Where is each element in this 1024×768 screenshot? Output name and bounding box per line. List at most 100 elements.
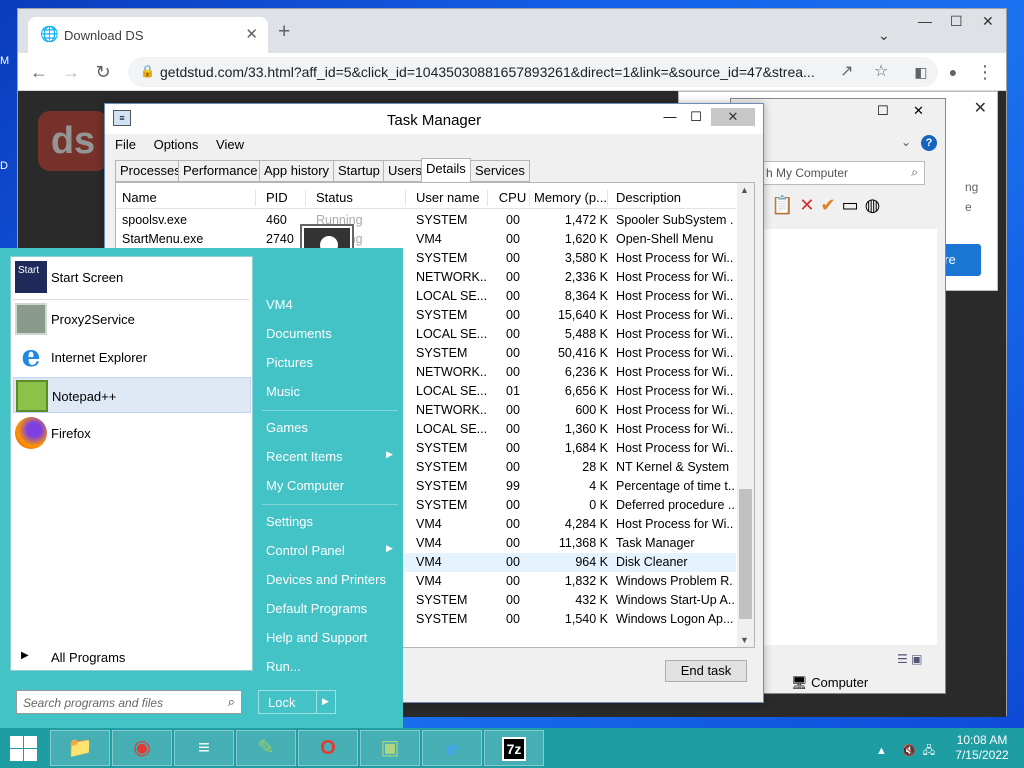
- start-place-control-panel[interactable]: Control Panel ▶: [266, 543, 396, 558]
- taskbar-internet-explorer[interactable]: e: [422, 730, 482, 766]
- start-place-recent-items[interactable]: Recent Items ▶: [266, 449, 396, 464]
- clock[interactable]: 10:08 AM 7/15/2022: [950, 733, 1014, 763]
- start-item-firefox[interactable]: Firefox: [13, 415, 251, 451]
- chevron-down-icon[interactable]: ⌄: [901, 135, 911, 149]
- tab-app-history[interactable]: App history: [259, 160, 335, 182]
- column-memory[interactable]: Memory (p...: [534, 190, 608, 206]
- start-place-devices-and-printers[interactable]: Devices and Printers: [266, 572, 386, 587]
- start-place-run[interactable]: Run...: [266, 659, 301, 674]
- close-window-icon[interactable]: ✕: [982, 13, 994, 30]
- check-icon[interactable]: ✔: [821, 195, 842, 215]
- start-place-games[interactable]: Games: [266, 420, 308, 435]
- start-place-user[interactable]: VM4: [266, 297, 293, 312]
- start-place-settings[interactable]: Settings: [266, 514, 313, 529]
- start-place-default-programs[interactable]: Default Programs: [266, 601, 367, 616]
- address-bar[interactable]: 🔒 getdstud.com/33.html?aff_id=5&click_id…: [128, 57, 938, 87]
- taskbar-file-explorer[interactable]: 📁: [50, 730, 110, 766]
- close-tab-icon[interactable]: ✕: [245, 25, 258, 43]
- browser-tab[interactable]: 🌐 Download DS ✕: [28, 17, 268, 53]
- table-row[interactable]: StartMenu.exe2740RunningVM4001,620 KOpen…: [116, 230, 736, 249]
- taskbar-opera[interactable]: O: [298, 730, 358, 766]
- url-text[interactable]: getdstud.com/33.html?aff_id=5&click_id=1…: [160, 64, 828, 80]
- clipboard-icon[interactable]: 📋: [771, 195, 799, 215]
- side-panel-icon[interactable]: ◧: [908, 59, 934, 85]
- show-hidden-icons-icon[interactable]: ▲: [876, 745, 887, 757]
- column-pid[interactable]: PID: [266, 190, 306, 206]
- cell-mem: 600 K: [575, 403, 608, 417]
- column-description[interactable]: Description: [616, 190, 734, 206]
- help-icon[interactable]: ?: [921, 135, 937, 151]
- cell-user: VM4: [416, 232, 442, 246]
- start-search-input[interactable]: Search programs and files ⌕: [16, 690, 242, 714]
- cell-desc: Spooler SubSystem ...: [616, 213, 734, 227]
- close-window-icon[interactable]: ✕: [711, 108, 755, 126]
- start-place-pictures[interactable]: Pictures: [266, 355, 313, 370]
- menu-icon[interactable]: ⋮: [972, 59, 998, 85]
- cell-mem: 1,360 K: [564, 422, 608, 436]
- maximize-icon[interactable]: ☐: [683, 108, 709, 126]
- close-window-icon[interactable]: ✕: [913, 103, 924, 119]
- tab-details[interactable]: Details: [421, 158, 471, 183]
- minimize-icon[interactable]: —: [918, 13, 932, 29]
- column-name[interactable]: Name: [122, 190, 256, 206]
- taskbar-notepad-plus-plus[interactable]: ✎: [236, 730, 296, 766]
- close-icon[interactable]: ✕: [974, 98, 987, 118]
- new-tab-button[interactable]: +: [278, 21, 290, 42]
- column-status[interactable]: Status: [316, 190, 406, 206]
- profile-icon[interactable]: ●: [940, 59, 966, 85]
- back-icon[interactable]: ←: [26, 59, 52, 85]
- start-item-proxy2service[interactable]: Proxy2Service: [13, 301, 251, 337]
- tab-performance[interactable]: Performance: [178, 160, 263, 182]
- scrollbar-thumb[interactable]: [739, 489, 752, 619]
- start-button[interactable]: [8, 734, 38, 762]
- tab-search-icon[interactable]: ⌄: [878, 27, 890, 44]
- search-input[interactable]: h My Computer ⌕: [761, 161, 925, 185]
- menu-file[interactable]: File: [115, 137, 136, 152]
- tab-strip: 🌐 Download DS ✕ + ⌄ — ☐ ✕: [18, 9, 1006, 53]
- taskbar-task-manager[interactable]: ≡: [174, 730, 234, 766]
- start-item-start-screen[interactable]: Start Start Screen: [13, 259, 251, 295]
- task-manager-titlebar: ≡ Task Manager — ☐ ✕: [105, 104, 763, 134]
- menu-bar: File Options View: [115, 137, 258, 152]
- scroll-up-icon[interactable]: ▲: [740, 185, 749, 195]
- taskbar-package[interactable]: ▣: [360, 730, 420, 766]
- start-place-music[interactable]: Music: [266, 384, 300, 399]
- scroll-down-icon[interactable]: ▼: [740, 635, 749, 645]
- start-place-help-and-support[interactable]: Help and Support: [266, 630, 367, 645]
- network-icon[interactable]: 🖧: [923, 745, 935, 757]
- table-row[interactable]: spoolsv.exe 460 Running SYSTEM 00 1,472 K Spoo…: [116, 211, 736, 230]
- delete-icon[interactable]: ✕: [799, 195, 820, 215]
- start-place-my-computer[interactable]: My Computer: [266, 478, 344, 493]
- tab-startup[interactable]: Startup: [333, 160, 385, 182]
- end-task-button[interactable]: End task: [665, 660, 747, 682]
- reload-icon[interactable]: ↻: [90, 59, 116, 85]
- cell-desc: Open-Shell Menu: [616, 232, 714, 246]
- share-icon[interactable]: ↗: [840, 61, 853, 81]
- globe-icon[interactable]: ◍: [865, 195, 887, 215]
- start-place-documents[interactable]: Documents: [266, 326, 332, 341]
- tab-services[interactable]: Services: [470, 160, 530, 182]
- taskbar-chrome[interactable]: ◉: [112, 730, 172, 766]
- bookmark-star-icon[interactable]: ☆: [874, 61, 888, 81]
- maximize-icon[interactable]: ☐: [877, 103, 889, 119]
- menu-options[interactable]: Options: [154, 137, 199, 152]
- cell-user: VM4: [416, 536, 442, 550]
- menu-view[interactable]: View: [216, 137, 244, 152]
- minimize-icon[interactable]: —: [657, 108, 683, 126]
- column-user-name[interactable]: User name: [416, 190, 488, 206]
- taskbar-7zip[interactable]: 7z: [484, 730, 544, 766]
- vertical-scrollbar[interactable]: ▲ ▼: [737, 183, 754, 647]
- forward-icon[interactable]: →: [58, 59, 84, 85]
- view-toggle-icon[interactable]: ☰ ▣: [897, 652, 922, 666]
- properties-icon[interactable]: ▭: [842, 195, 865, 215]
- all-programs-button[interactable]: ▶ All Programs: [10, 643, 253, 671]
- column-cpu[interactable]: CPU: [496, 190, 530, 206]
- start-item-internet-explorer[interactable]: e Internet Explorer: [13, 339, 251, 375]
- tab-processes[interactable]: Processes: [115, 160, 186, 182]
- maximize-icon[interactable]: ☐: [950, 13, 963, 30]
- chevron-right-icon[interactable]: ▶: [322, 696, 329, 707]
- cell-cpu: 00: [506, 327, 520, 341]
- start-item-notepad-plus-plus[interactable]: Notepad++: [13, 377, 251, 413]
- volume-muted-icon[interactable]: 🔇: [902, 745, 916, 757]
- lock-button[interactable]: Lock ▶: [258, 690, 336, 714]
